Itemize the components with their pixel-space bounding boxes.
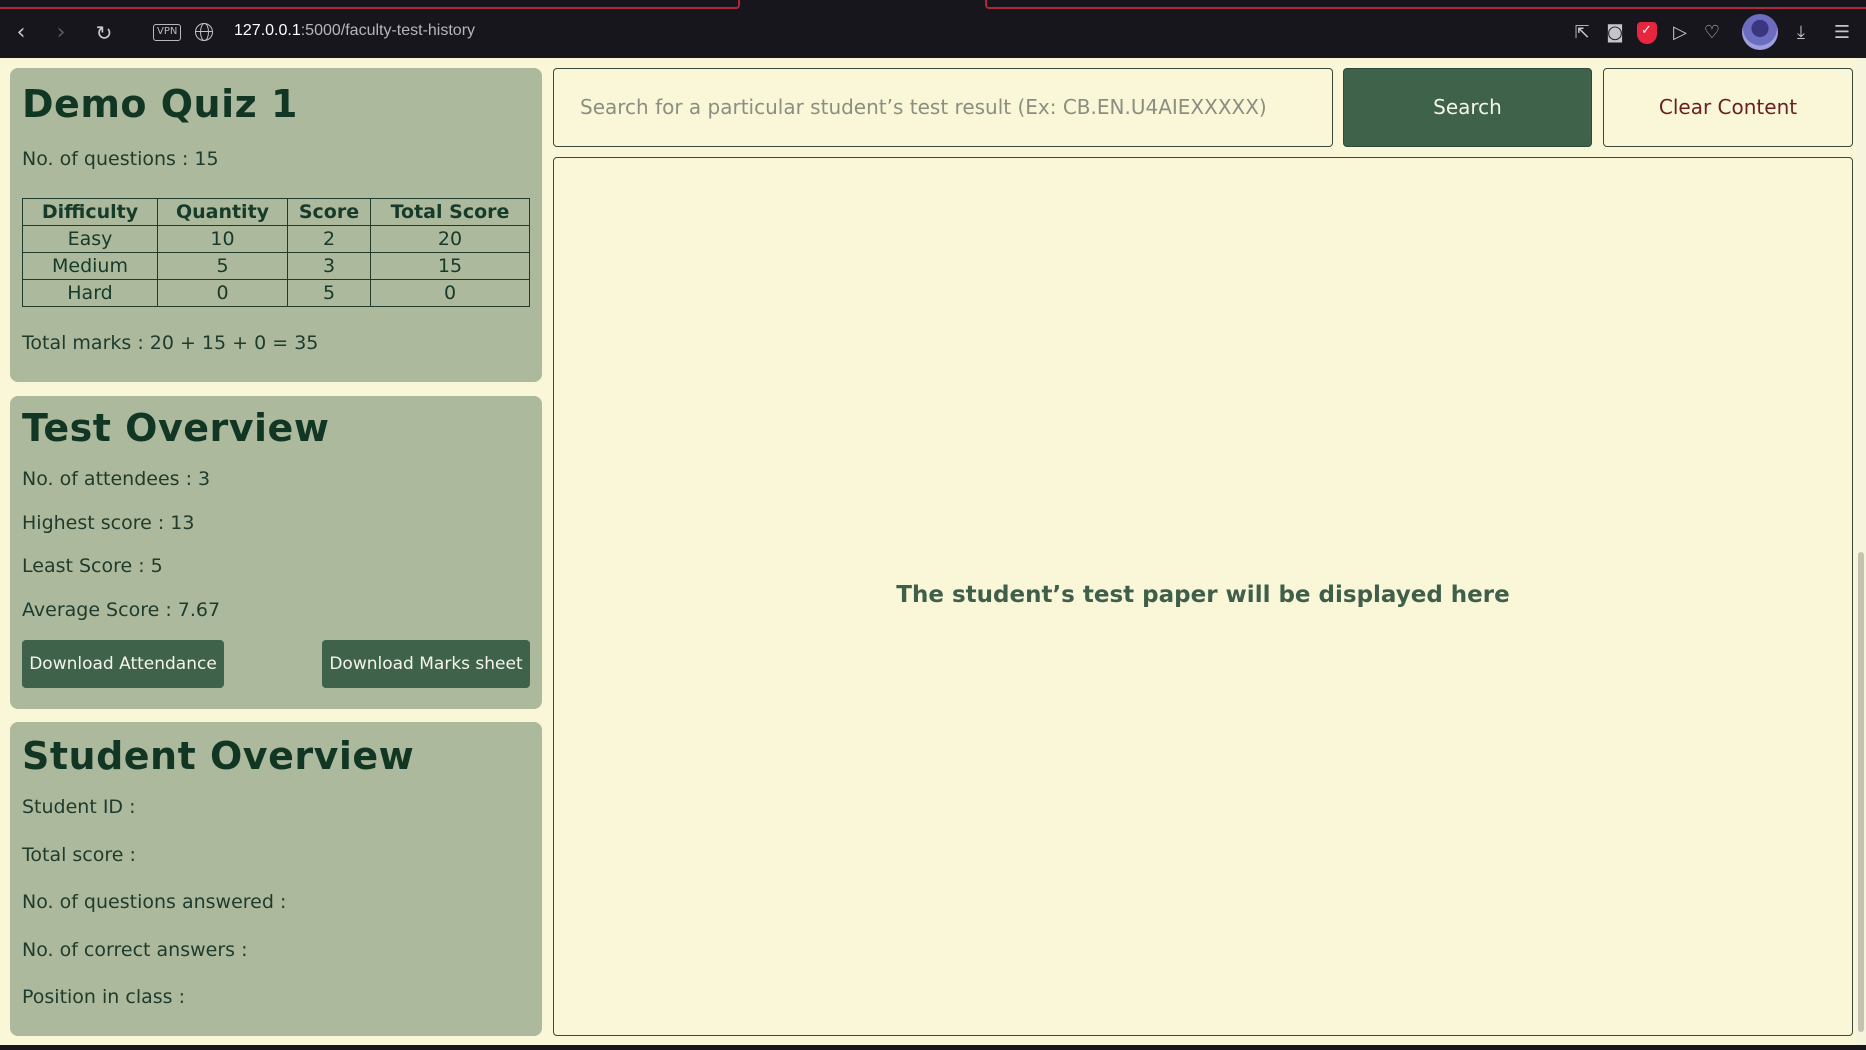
table-header: Score	[287, 198, 371, 226]
least-score: Least Score : 5	[22, 555, 163, 577]
url-host: 127.0.0.1	[234, 22, 301, 39]
table-header: Difficulty	[22, 198, 158, 226]
test-paper-placeholder: The student’s test paper will be display…	[896, 582, 1510, 608]
difficulty-table: Difficulty Quantity Score Total Score Ea…	[22, 198, 530, 307]
highest-score: Highest score : 13	[22, 512, 195, 534]
table-row: Easy 10 2 20	[22, 225, 530, 253]
forward-icon[interactable]: ›	[48, 20, 74, 46]
download-icon[interactable]: ⤓	[1789, 21, 1813, 45]
window-bottom-edge	[0, 1045, 1866, 1050]
table-cell: 3	[287, 252, 371, 280]
search-input[interactable]: Search for a particular student’s test r…	[553, 68, 1333, 147]
tab-indicator-right	[985, 0, 1866, 9]
table-cell: Easy	[22, 225, 158, 253]
globe-icon[interactable]	[195, 23, 213, 41]
table-cell: 5	[287, 279, 371, 307]
browser-toolbar: ‹ › ↻ VPN 127.0.0.1:5000/faculty-test-hi…	[0, 0, 1866, 58]
quiz-card: Demo Quiz 1 No. of questions : 15 Diffic…	[10, 68, 542, 382]
table-row: Hard 0 5 0	[22, 279, 530, 307]
average-score: Average Score : 7.67	[22, 599, 221, 621]
student-overview-card: Student Overview Student ID : Total scor…	[10, 722, 542, 1036]
camera-icon[interactable]: ◙	[1603, 21, 1627, 45]
table-header-row: Difficulty Quantity Score Total Score	[22, 198, 530, 226]
student-overview-title: Student Overview	[22, 734, 415, 778]
send-icon[interactable]: ▷	[1668, 21, 1692, 45]
avatar[interactable]	[1742, 14, 1778, 50]
test-paper-panel: The student’s test paper will be display…	[553, 157, 1853, 1036]
heart-icon[interactable]: ♡	[1700, 21, 1724, 45]
questions-answered: No. of questions answered :	[22, 891, 287, 913]
correct-answers: No. of correct answers :	[22, 939, 248, 961]
menu-icon[interactable]: ☰	[1830, 21, 1854, 45]
table-cell: Medium	[22, 252, 158, 280]
student-id: Student ID :	[22, 796, 136, 818]
vpn-badge[interactable]: VPN	[153, 24, 182, 41]
table-cell: 5	[157, 252, 288, 280]
table-row: Medium 5 3 15	[22, 252, 530, 280]
table-cell: 20	[370, 225, 530, 253]
back-icon[interactable]: ‹	[8, 20, 34, 46]
download-attendance-button[interactable]: Download Attendance	[22, 640, 224, 688]
search-button[interactable]: Search	[1343, 68, 1592, 147]
share-icon[interactable]: ⇱	[1570, 21, 1594, 45]
clear-content-button[interactable]: Clear Content	[1603, 68, 1853, 147]
class-position: Position in class :	[22, 986, 185, 1008]
table-cell: 0	[157, 279, 288, 307]
table-cell: 15	[370, 252, 530, 280]
table-cell: Hard	[22, 279, 158, 307]
total-marks: Total marks : 20 + 15 + 0 = 35	[22, 332, 319, 354]
download-marks-button[interactable]: Download Marks sheet	[322, 640, 530, 688]
test-overview-card: Test Overview No. of attendees : 3 Highe…	[10, 396, 542, 709]
test-overview-title: Test Overview	[22, 406, 330, 450]
scrollbar-thumb[interactable]	[1858, 552, 1864, 1032]
table-cell: 0	[370, 279, 530, 307]
table-cell: 2	[287, 225, 371, 253]
attendees-count: No. of attendees : 3	[22, 468, 211, 490]
address-bar[interactable]: 127.0.0.1:5000/faculty-test-history	[234, 22, 475, 40]
shield-icon[interactable]	[1637, 22, 1657, 44]
reload-icon[interactable]: ↻	[91, 20, 117, 46]
tab-indicator-left	[0, 0, 740, 9]
student-total-score: Total score :	[22, 844, 136, 866]
table-header: Total Score	[370, 198, 530, 226]
url-path: :5000/faculty-test-history	[300, 22, 476, 39]
table-cell: 10	[157, 225, 288, 253]
quiz-title: Demo Quiz 1	[22, 82, 298, 126]
table-header: Quantity	[157, 198, 288, 226]
num-questions: No. of questions : 15	[22, 148, 219, 170]
